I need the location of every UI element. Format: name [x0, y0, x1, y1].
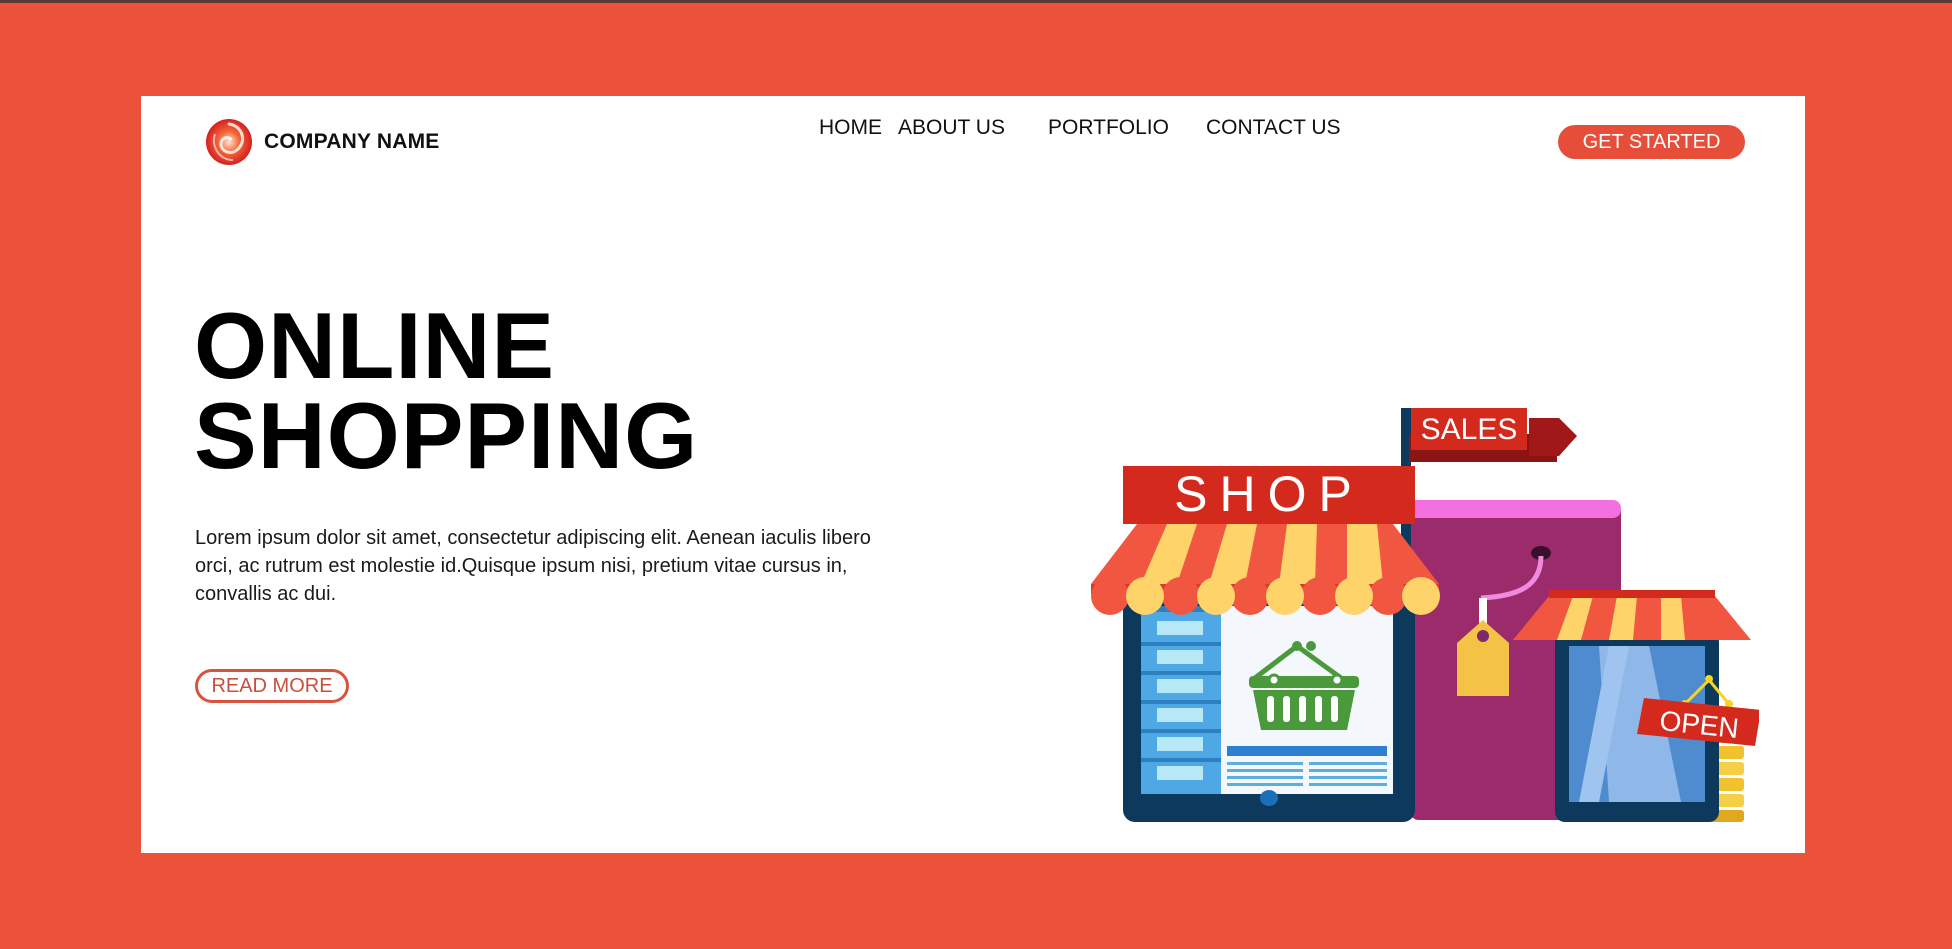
nav-portfolio[interactable]: PORTFOLIO — [1048, 116, 1169, 140]
hero-title: ONLINE SHOPPING — [194, 299, 698, 483]
top-edge-line — [0, 0, 1952, 3]
landing-card: COMPANY NAME HOME ABOUT US PORTFOLIO CON… — [141, 96, 1805, 853]
brand-logo[interactable]: COMPANY NAME — [203, 116, 439, 168]
shop-sign-text: SHOP — [1174, 466, 1364, 522]
swirl-logo-icon — [206, 119, 252, 165]
company-name: COMPANY NAME — [264, 130, 440, 153]
read-more-button[interactable]: READ MORE — [195, 669, 349, 703]
hero-title-line-2: SHOPPING — [194, 383, 699, 488]
online-shop-illustration: SALES SHOP OPEN — [1091, 408, 1759, 822]
get-started-button[interactable]: GET STARTED — [1558, 125, 1745, 159]
shop-awning-icon: SHOP — [1091, 466, 1440, 615]
hero-description: Lorem ipsum dolor sit amet, consectetur … — [195, 527, 871, 605]
sales-flag-text: SALES — [1421, 413, 1518, 446]
nav-contact-us[interactable]: CONTACT US — [1206, 116, 1341, 140]
nav-about-us[interactable]: ABOUT US — [898, 116, 1005, 140]
nav-home[interactable]: HOME — [819, 116, 882, 140]
